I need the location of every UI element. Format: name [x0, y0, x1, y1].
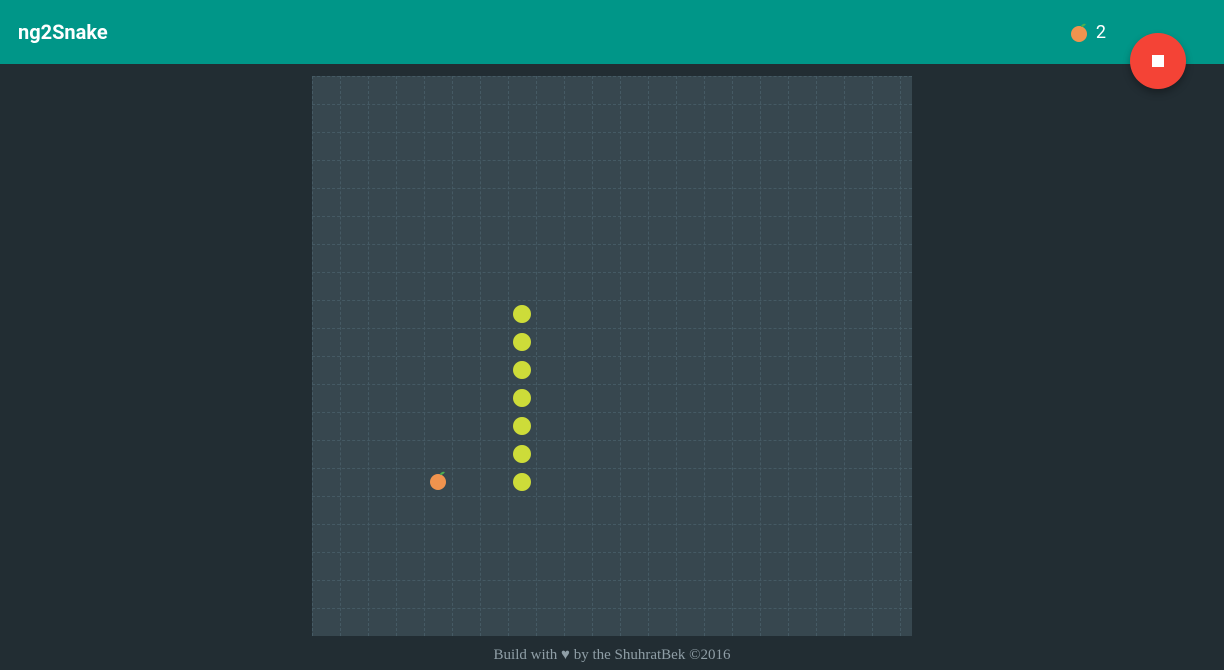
grid-line	[312, 216, 912, 217]
header: ng2Snake 2	[0, 0, 1224, 64]
grid-line	[312, 160, 912, 161]
grid-line	[312, 496, 912, 497]
fruit-icon	[1068, 21, 1090, 43]
grid-line	[312, 384, 912, 385]
snake-segment	[508, 468, 536, 496]
grid-line	[312, 76, 912, 77]
grid-line	[312, 300, 912, 301]
footer: Build with ♥ by the ShuhratBek ©2016	[0, 647, 1224, 664]
fruit	[424, 468, 452, 496]
grid-line	[312, 552, 912, 553]
score-display: 2	[1068, 21, 1106, 43]
snake-segment	[508, 412, 536, 440]
heart-icon: ♥	[561, 647, 570, 663]
grid-line	[312, 272, 912, 273]
grid-line	[312, 104, 912, 105]
game-board[interactable]	[312, 76, 912, 636]
snake-segment	[508, 328, 536, 356]
snake-segment	[508, 384, 536, 412]
grid-line	[312, 244, 912, 245]
footer-prefix: Build with	[494, 647, 562, 663]
grid-line	[312, 580, 912, 581]
footer-suffix: by the ShuhratBek ©2016	[570, 647, 731, 663]
snake-segment	[508, 440, 536, 468]
app-title: ng2Snake	[18, 20, 108, 44]
stop-icon	[1152, 55, 1164, 67]
grid-line	[312, 412, 912, 413]
grid-line	[312, 524, 912, 525]
score-value: 2	[1096, 22, 1106, 43]
grid-line	[312, 328, 912, 329]
grid-line	[312, 356, 912, 357]
snake-segment	[508, 356, 536, 384]
grid-line	[312, 132, 912, 133]
snake-segment	[508, 300, 536, 328]
stop-button[interactable]	[1130, 33, 1186, 89]
grid-line	[312, 608, 912, 609]
grid-line	[312, 440, 912, 441]
grid-line	[312, 188, 912, 189]
grid-line	[312, 468, 912, 469]
